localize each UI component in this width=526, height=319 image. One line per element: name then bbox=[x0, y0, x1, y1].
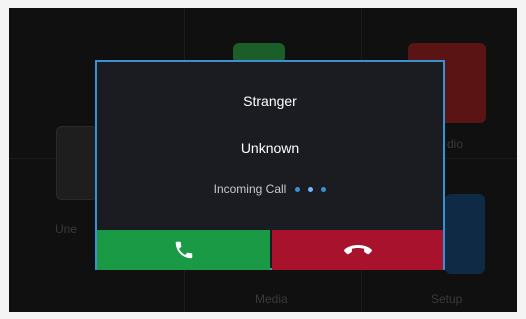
menu-label-radio: dio bbox=[447, 137, 464, 151]
call-status: Incoming Call bbox=[97, 182, 443, 196]
answer-call-button[interactable] bbox=[97, 230, 270, 270]
ringing-indicator-dot bbox=[294, 187, 300, 193]
phone-hangup-icon bbox=[343, 245, 372, 255]
phone-tile-icon bbox=[56, 126, 98, 200]
ringing-indicator-dot bbox=[321, 187, 327, 193]
phone-answer-icon bbox=[175, 241, 192, 259]
incoming-call-dialog: Stranger Unknown Incoming Call bbox=[95, 60, 445, 270]
head-unit-screen: Une dio Media Setup Stranger Unknown Inc… bbox=[9, 8, 517, 312]
call-status-text: Incoming Call bbox=[213, 182, 287, 196]
caller-name: Stranger bbox=[243, 93, 297, 109]
ringing-indicator-dot bbox=[308, 187, 314, 193]
decline-call-button[interactable] bbox=[272, 230, 443, 270]
menu-label-left: Une bbox=[55, 222, 78, 236]
caller-number: Unknown bbox=[240, 140, 300, 156]
setup-tile-icon bbox=[445, 194, 485, 274]
menu-label-setup: Setup bbox=[431, 292, 463, 306]
menu-label-media: Media bbox=[255, 292, 288, 306]
